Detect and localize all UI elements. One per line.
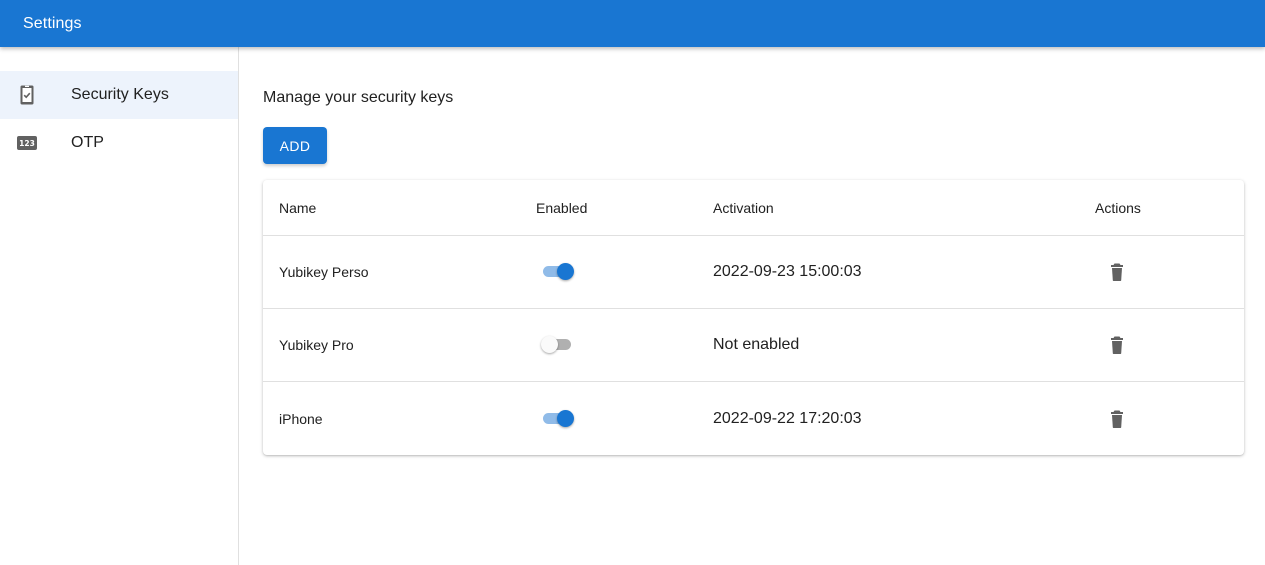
key-name: Yubikey Pro (279, 337, 354, 353)
add-button[interactable]: ADD (263, 127, 327, 164)
enabled-toggle[interactable] (541, 335, 575, 355)
svg-text:123: 123 (19, 139, 35, 148)
activation-date: 2022-09-23 15:00:03 (713, 263, 862, 280)
app-title: Settings (23, 14, 82, 32)
sidebar: Security Keys 123 OTP (0, 47, 239, 565)
page-title: Manage your security keys (263, 89, 454, 106)
column-header-enabled: Enabled (536, 199, 588, 216)
trash-icon[interactable] (1106, 408, 1128, 430)
key-name: iPhone (279, 410, 323, 427)
security-keys-table: Name Enabled Activation Actions Yubikey … (263, 180, 1244, 455)
column-header-actions: Actions (1095, 199, 1141, 216)
sidebar-item-security-keys[interactable]: Security Keys (0, 71, 238, 119)
trash-icon[interactable] (1106, 334, 1128, 356)
table-row: Yubikey Pro Not enabled (263, 309, 1244, 382)
trash-icon[interactable] (1106, 261, 1128, 283)
table-row: iPhone 2022-09-22 17:20:03 (263, 382, 1244, 455)
numbers-123-icon: 123 (17, 133, 37, 153)
sidebar-item-label: OTP (71, 134, 104, 151)
enabled-toggle[interactable] (541, 262, 575, 282)
enabled-toggle[interactable] (541, 409, 575, 429)
sidebar-item-label: Security Keys (71, 86, 169, 103)
column-header-name: Name (279, 199, 317, 216)
activation-date: 2022-09-22 17:20:03 (713, 409, 862, 427)
column-header-activation: Activation (713, 199, 774, 216)
security-key-icon (17, 85, 37, 105)
activation-date: Not enabled (713, 336, 800, 353)
app-bar: Settings (0, 0, 1265, 47)
key-name: Yubikey Perso (279, 264, 369, 280)
table-header: Name Enabled Activation Actions (263, 180, 1244, 236)
table-row: Yubikey Perso 2022-09-23 15:00:03 (263, 236, 1244, 309)
sidebar-item-otp[interactable]: 123 OTP (0, 119, 238, 167)
